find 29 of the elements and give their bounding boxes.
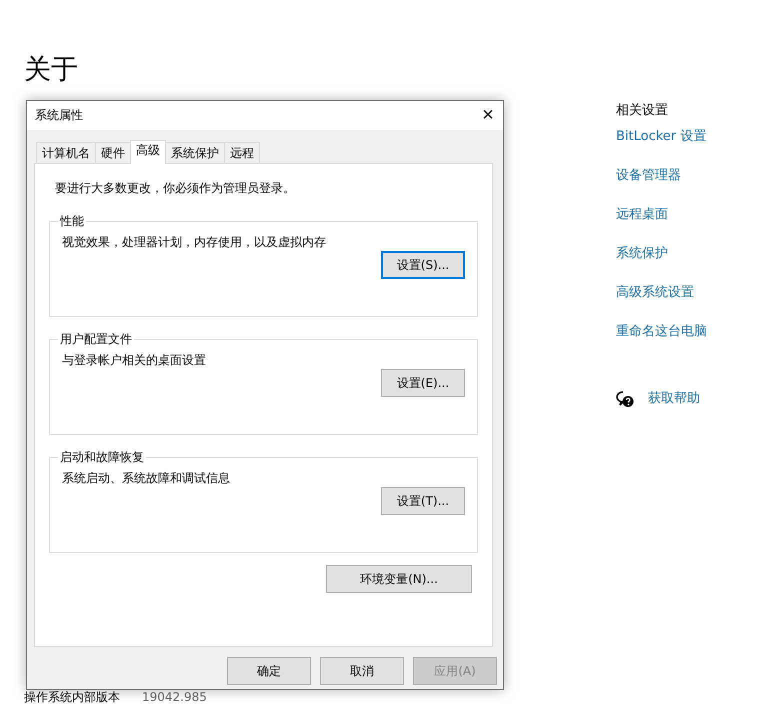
page-title: 关于 — [24, 53, 79, 87]
window-title: 系统属性 — [35, 107, 83, 124]
settings-link[interactable]: BitLocker 设置 — [616, 128, 768, 146]
help-chat-icon — [616, 390, 634, 408]
group-title: 性能 — [58, 213, 85, 230]
settings-button[interactable]: 设置(S)... — [381, 251, 465, 279]
environment-variables-button[interactable]: 环境变量(N)... — [326, 565, 472, 593]
field-label: 操作系统内部版本 — [24, 690, 120, 704]
group-title: 用户配置文件 — [59, 331, 133, 348]
group-description: 与登录帐户相关的桌面设置 — [62, 352, 207, 369]
dialog-button[interactable]: 确定 — [227, 657, 311, 685]
group-description: 视觉效果，处理器计划，内存使用，以及虚拟内存 — [62, 234, 327, 251]
notice-text: 要进行大多数更改，你必须作为管理员登录。 — [55, 180, 296, 197]
tab[interactable]: 计算机名 — [36, 142, 96, 163]
group-description: 系统启动、系统故障和调试信息 — [62, 470, 231, 487]
tab[interactable]: 高级 — [130, 140, 166, 164]
settings-link[interactable]: 设备管理器 — [616, 167, 768, 185]
dialog-button[interactable]: 取消 — [320, 657, 404, 685]
settings-button[interactable]: 设置(E)... — [381, 369, 465, 397]
settings-link[interactable]: 系统保护 — [616, 245, 768, 263]
settings-link[interactable]: 远程桌面 — [616, 206, 768, 224]
settings-link[interactable]: 重命名这台电脑 — [616, 323, 768, 341]
group-title: 启动和故障恢复 — [59, 449, 145, 466]
section-heading: 相关设置 — [616, 102, 669, 120]
field-value: 19042.985 — [142, 690, 207, 704]
settings-button[interactable]: 设置(T)... — [381, 487, 465, 515]
help-link[interactable]: 获取帮助 — [648, 390, 700, 408]
tab[interactable]: 远程 — [224, 142, 260, 163]
settings-link[interactable]: 高级系统设置 — [616, 284, 768, 302]
